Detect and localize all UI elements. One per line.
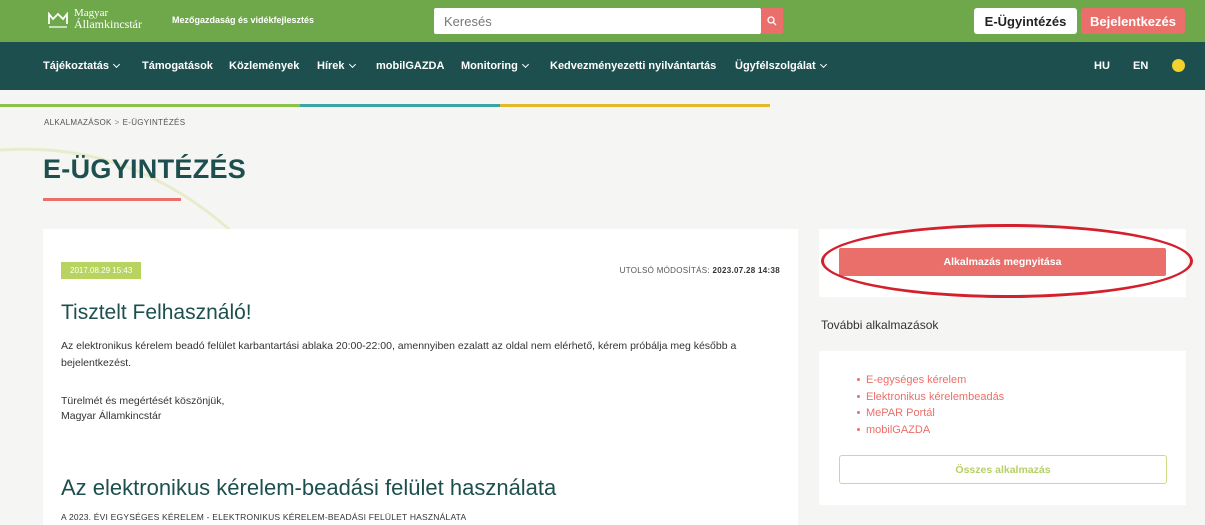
search-button[interactable] xyxy=(761,8,783,34)
bullet-icon xyxy=(857,427,860,431)
nav-item-kozlemenyek[interactable]: Közlemények xyxy=(229,60,299,72)
app-link-elektronikus-kerelembeadas[interactable]: Elektronikus kérelembeadás xyxy=(857,389,1004,406)
chevron-down-icon xyxy=(112,60,121,69)
nav-item-ugyfelszolgalat[interactable]: Ügyfélszolgálat xyxy=(735,60,827,72)
nav-item-monitoring[interactable]: Monitoring xyxy=(461,60,529,72)
app-link-e-egyseges-kerelem[interactable]: E-egységes kérelem xyxy=(857,372,1004,389)
nav-accent-strip xyxy=(300,104,500,107)
last-modified: UTOLSÓ MÓDOSÍTÁS: 2023.07.28 14:38 xyxy=(619,266,780,275)
nav-item-tamogatasok[interactable]: Támogatások xyxy=(142,60,213,72)
chevron-down-icon xyxy=(521,60,529,69)
logo[interactable]: Magyar Államkincstár xyxy=(48,8,142,30)
breadcrumb-item-e-ugyintezes: E-ÜGYINTÉZÉS xyxy=(122,118,186,127)
lang-en[interactable]: EN xyxy=(1133,60,1148,72)
bullet-icon xyxy=(857,411,860,414)
bullet-icon xyxy=(857,378,860,381)
nav-item-mobilgazda[interactable]: mobilGAZDA xyxy=(376,60,444,72)
chevron-down-icon xyxy=(819,60,827,69)
nav-item-hirek[interactable]: Hírek xyxy=(317,60,356,72)
app-link-mepar-portal[interactable]: MePAR Portál xyxy=(857,405,1004,422)
search-icon xyxy=(767,16,777,26)
all-apps-button[interactable]: Összes alkalmazás xyxy=(839,455,1167,484)
article-signature: Magyar Államkincstár xyxy=(61,410,162,422)
breadcrumb-separator: > xyxy=(114,118,120,127)
accessibility-icon[interactable] xyxy=(1172,59,1185,72)
open-app-button[interactable]: Alkalmazás megnyitása xyxy=(839,248,1166,276)
bullet-icon xyxy=(857,394,860,398)
nav-accent-strip xyxy=(500,104,770,107)
more-apps-title: További alkalmazások xyxy=(821,318,939,332)
chevron-down-icon xyxy=(348,60,356,69)
login-button[interactable]: Bejelentkezés xyxy=(1081,8,1185,34)
e-ugyintezes-button[interactable]: E-Ügyintézés xyxy=(974,8,1077,34)
site-tagline: Mezőgazdaság és vidékfejlesztés xyxy=(172,15,315,25)
nav-item-kedvezmenyezetti[interactable]: Kedvezményezetti nyilvántartás xyxy=(550,60,716,72)
logo-mark-icon xyxy=(48,12,68,28)
search-input[interactable] xyxy=(434,8,734,34)
lang-hu[interactable]: HU xyxy=(1094,60,1110,72)
breadcrumb: ALKALMAZÁSOK > E-ÜGYINTÉZÉS xyxy=(44,118,185,127)
section-subtitle: A 2023. ÉVI EGYSÉGES KÉRELEM - ELEKTRONI… xyxy=(61,512,467,522)
title-underline xyxy=(43,198,181,201)
nav-item-tajekoztatas[interactable]: Tájékoztatás xyxy=(43,60,121,72)
article-paragraph: Az elektronikus kérelem beadó felület ka… xyxy=(61,340,737,369)
search-box xyxy=(434,8,761,34)
article-greeting: Tisztelt Felhasználó! xyxy=(61,301,252,324)
nav-accent-strip xyxy=(0,104,300,107)
article-thanks: Türelmét és megértését köszönjük, xyxy=(61,395,225,407)
breadcrumb-item-alkalmazasok[interactable]: ALKALMAZÁSOK xyxy=(44,118,112,127)
last-modified-value: 2023.07.28 14:38 xyxy=(712,266,780,275)
main-nav: Tájékoztatás Támogatások Közlemények Hír… xyxy=(0,42,1205,90)
date-badge: 2017.08.29 15:43 xyxy=(61,262,142,279)
app-link-mobilgazda[interactable]: mobilGAZDA xyxy=(857,422,1004,439)
page-title: E-ÜGYINTÉZÉS xyxy=(43,154,247,184)
article-card: 2017.08.29 15:43 UTOLSÓ MÓDOSÍTÁS: 2023.… xyxy=(43,229,798,525)
app-list: E-egységes kérelem Elektronikus kérelemb… xyxy=(857,372,1004,438)
logo-line2: Államkincstár xyxy=(74,17,142,31)
section-title: Az elektronikus kérelem-beadási felület … xyxy=(61,475,557,500)
